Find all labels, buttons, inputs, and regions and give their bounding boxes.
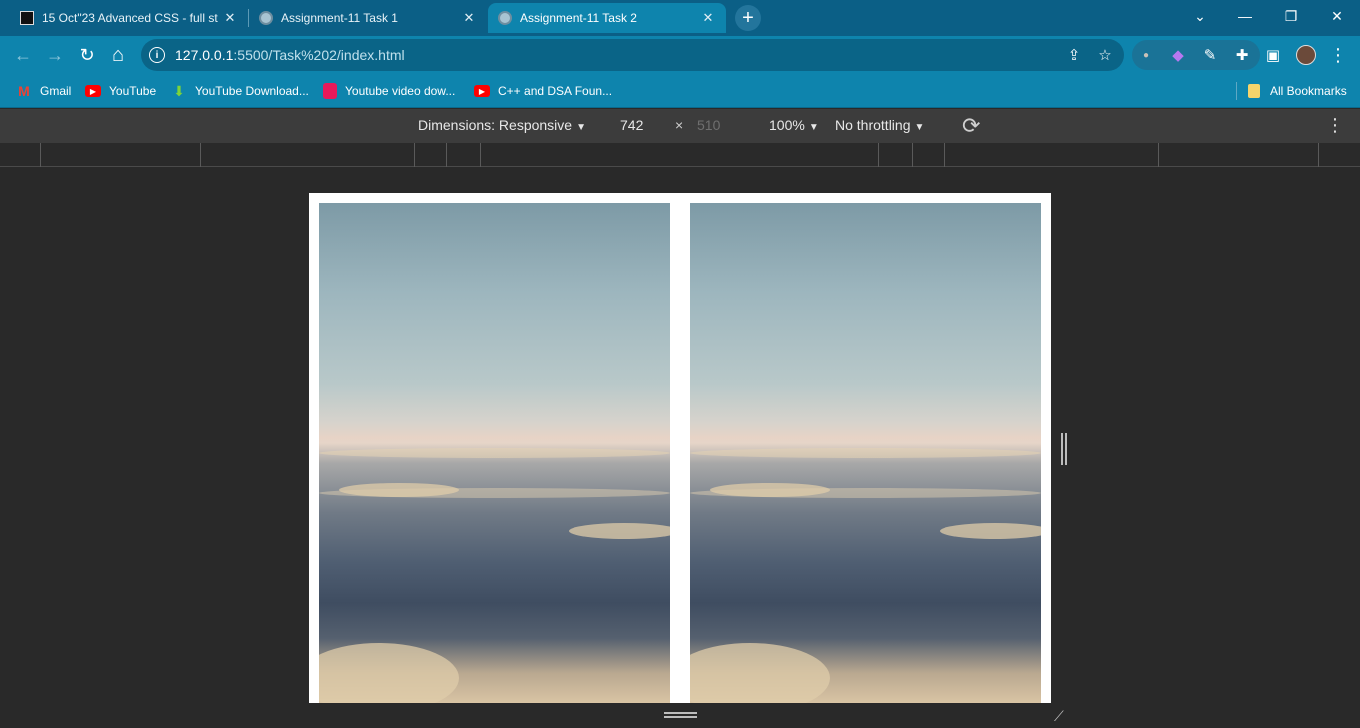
browser-window: 15 Oct"23 Advanced CSS - full st ✕ Assig…	[0, 0, 1360, 728]
ruler-tick	[912, 143, 913, 167]
tab-title: 15 Oct"23 Advanced CSS - full st	[42, 11, 218, 25]
url-path: :5500/Task%202/index.html	[233, 47, 405, 63]
cloud-puff	[940, 523, 1041, 539]
forward-icon[interactable]: →	[44, 44, 66, 66]
avatar[interactable]	[1296, 45, 1316, 65]
ruler-tick	[944, 143, 945, 167]
caret-down-icon: ▼	[576, 122, 586, 133]
caret-down-icon: ▼	[808, 122, 819, 133]
bookmark-label: YouTube	[109, 84, 157, 98]
width-input[interactable]: 742	[620, 117, 643, 133]
tab-title: Assignment-11 Task 2	[520, 11, 637, 25]
bookmark-cpp-dsa[interactable]: ▶ C++ and DSA Foun...	[474, 82, 612, 100]
bookmark-label: YouTube Download...	[195, 84, 309, 98]
youtube-icon: ▶	[85, 85, 101, 97]
resize-corner-icon[interactable]: ⟋	[1054, 708, 1072, 724]
bookmark-label: Youtube video dow...	[345, 84, 456, 98]
tab-strip: 15 Oct"23 Advanced CSS - full st ✕ Assig…	[0, 0, 1360, 36]
zoom-label: 100%	[769, 117, 805, 133]
rotate-icon[interactable]: ⟳	[962, 113, 980, 139]
share-icon[interactable]: ⇪	[1065, 46, 1083, 64]
side-panel-icon[interactable]: ▣	[1263, 44, 1283, 66]
device-toolbar: Dimensions: Responsive ▼ 742 × 510 100% ▼ …	[0, 109, 1360, 143]
ruler-tick	[480, 143, 481, 167]
site-info-icon[interactable]: i	[149, 47, 165, 63]
tab-task-2[interactable]: Assignment-11 Task 2 ✕	[488, 3, 726, 33]
resize-handle-right[interactable]	[1061, 433, 1067, 465]
puzzle-icon[interactable]: ✚	[1232, 44, 1252, 66]
cloud-image	[319, 203, 670, 703]
bookmark-gmail[interactable]: M Gmail	[16, 82, 71, 100]
device-viewport-area: ⟋	[0, 168, 1360, 728]
bookmark-app-icon	[323, 83, 337, 99]
ruler-tick	[200, 143, 201, 167]
cloud-band	[319, 448, 670, 458]
minimize-button[interactable]: —	[1233, 6, 1257, 26]
bookmark-star-icon[interactable]: ☆	[1096, 46, 1114, 64]
url-host: 127.0.0.1	[175, 47, 234, 63]
close-window-button[interactable]: ✕	[1325, 6, 1349, 26]
throttling-dropdown[interactable]: No throttling ▼	[835, 117, 924, 133]
download-icon: ⬇	[173, 82, 185, 99]
eyedropper-icon[interactable]: ✎	[1200, 44, 1220, 66]
folder-icon	[1248, 84, 1260, 98]
cloud-band	[690, 448, 1041, 458]
reload-icon[interactable]: ↻	[76, 44, 98, 66]
cloud-image	[690, 203, 1041, 703]
all-bookmarks-label: All Bookmarks	[1270, 84, 1347, 98]
restore-button[interactable]: ❐	[1279, 6, 1303, 26]
bookmark-label: Gmail	[40, 84, 72, 98]
tab-close-icon[interactable]: ✕	[222, 10, 238, 26]
home-icon[interactable]: ⌂	[107, 44, 129, 66]
more-options-icon[interactable]: ⋮	[1326, 115, 1344, 136]
resize-handle-bottom[interactable]	[664, 712, 697, 718]
bookmarks-divider	[1236, 82, 1237, 100]
caret-down-icon: ▼	[914, 122, 925, 133]
browser-toolbar: ← → ↻ ⌂ i 127.0.0.1:5500/Task%202/index.…	[0, 36, 1360, 74]
dimensions-label: Dimensions: Responsive	[418, 117, 573, 133]
extension-icon[interactable]: ◆	[1168, 44, 1188, 66]
ruler-tick	[40, 143, 41, 167]
new-tab-button[interactable]: +	[735, 5, 761, 31]
extension-icon[interactable]: ●	[1136, 44, 1156, 66]
url-text[interactable]: 127.0.0.1:5500/Task%202/index.html	[175, 47, 405, 63]
ruler-tick	[446, 143, 447, 167]
gmail-icon: M	[18, 83, 30, 99]
back-icon[interactable]: ←	[12, 44, 34, 66]
cloud-puff	[710, 483, 830, 497]
tab-task-1[interactable]: Assignment-11 Task 1 ✕	[249, 3, 487, 33]
zoom-dropdown[interactable]: 100% ▼	[769, 117, 819, 133]
ruler-tick	[878, 143, 879, 167]
bookmarks-bar: M Gmail ▶ YouTube ⬇ YouTube Download... …	[0, 74, 1360, 108]
address-bar[interactable]: i 127.0.0.1:5500/Task%202/index.html ⇪ ☆	[141, 39, 1124, 71]
cloud-puff	[339, 483, 459, 497]
page-viewport	[309, 193, 1051, 703]
site-favicon-icon	[20, 11, 34, 25]
cloud-puff	[569, 523, 670, 539]
more-menu-icon[interactable]: ⋮	[1328, 44, 1348, 66]
media-query-ruler[interactable]	[0, 143, 1360, 167]
ruler-tick	[414, 143, 415, 167]
tab-close-icon[interactable]: ✕	[700, 10, 716, 26]
tab-close-icon[interactable]: ✕	[461, 10, 477, 26]
bookmark-label: C++ and DSA Foun...	[498, 84, 613, 98]
tab-title: Assignment-11 Task 1	[281, 11, 398, 25]
times-icon: ×	[675, 117, 684, 133]
dimensions-dropdown[interactable]: Dimensions: Responsive ▼	[418, 117, 586, 133]
bookmark-youtube-video-downloader[interactable]: Youtube video dow...	[323, 82, 455, 100]
globe-icon	[259, 11, 273, 25]
youtube-icon: ▶	[474, 85, 490, 97]
tab-search-icon[interactable]: ⌄	[1188, 6, 1212, 26]
throttling-label: No throttling	[835, 117, 911, 133]
bookmark-youtube[interactable]: ▶ YouTube	[85, 82, 156, 100]
tab-advanced-css[interactable]: 15 Oct"23 Advanced CSS - full st ✕	[10, 3, 248, 33]
globe-icon	[498, 11, 512, 25]
ruler-tick	[1158, 143, 1159, 167]
all-bookmarks-button[interactable]: All Bookmarks	[1248, 82, 1347, 100]
bookmark-youtube-download[interactable]: ⬇ YouTube Download...	[171, 82, 309, 100]
height-input[interactable]: 510	[697, 117, 720, 133]
ruler-tick	[1318, 143, 1319, 167]
